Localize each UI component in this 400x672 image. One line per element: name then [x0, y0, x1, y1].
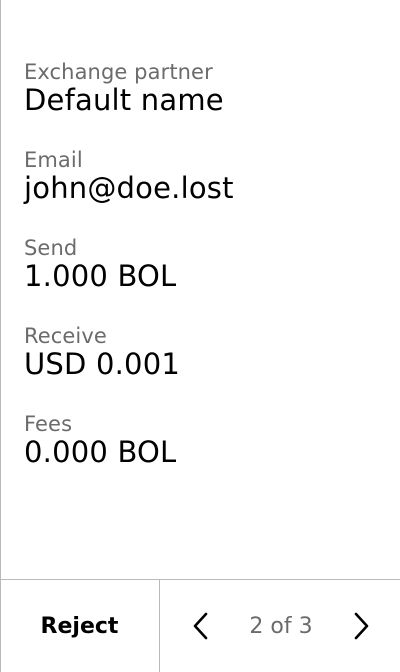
next-page-button[interactable]	[341, 606, 381, 646]
field-exchange-partner: Exchange partner Default name	[24, 58, 384, 146]
action-footer: Reject 2 of 3	[0, 579, 400, 672]
chevron-right-icon	[354, 612, 369, 640]
reject-button[interactable]: Reject	[0, 580, 160, 672]
field-receive: Receive USD 0.001	[24, 322, 384, 410]
field-fees: Fees 0.000 BOL	[24, 410, 384, 498]
review-details: Exchange partner Default name Email john…	[24, 58, 384, 498]
chevron-left-icon	[193, 612, 208, 640]
field-value: 1.000 BOL	[24, 259, 177, 293]
field-value: Default name	[24, 83, 224, 117]
field-value: USD 0.001	[24, 347, 181, 381]
field-value: 0.000 BOL	[24, 435, 177, 469]
pager: 2 of 3	[161, 580, 400, 672]
field-send: Send 1.000 BOL	[24, 234, 384, 322]
page-indicator: 2 of 3	[249, 613, 313, 639]
previous-page-button[interactable]	[181, 606, 221, 646]
field-value: john@doe.lost	[24, 171, 234, 205]
screen-left-border	[0, 0, 1, 672]
field-email: Email john@doe.lost	[24, 146, 384, 234]
